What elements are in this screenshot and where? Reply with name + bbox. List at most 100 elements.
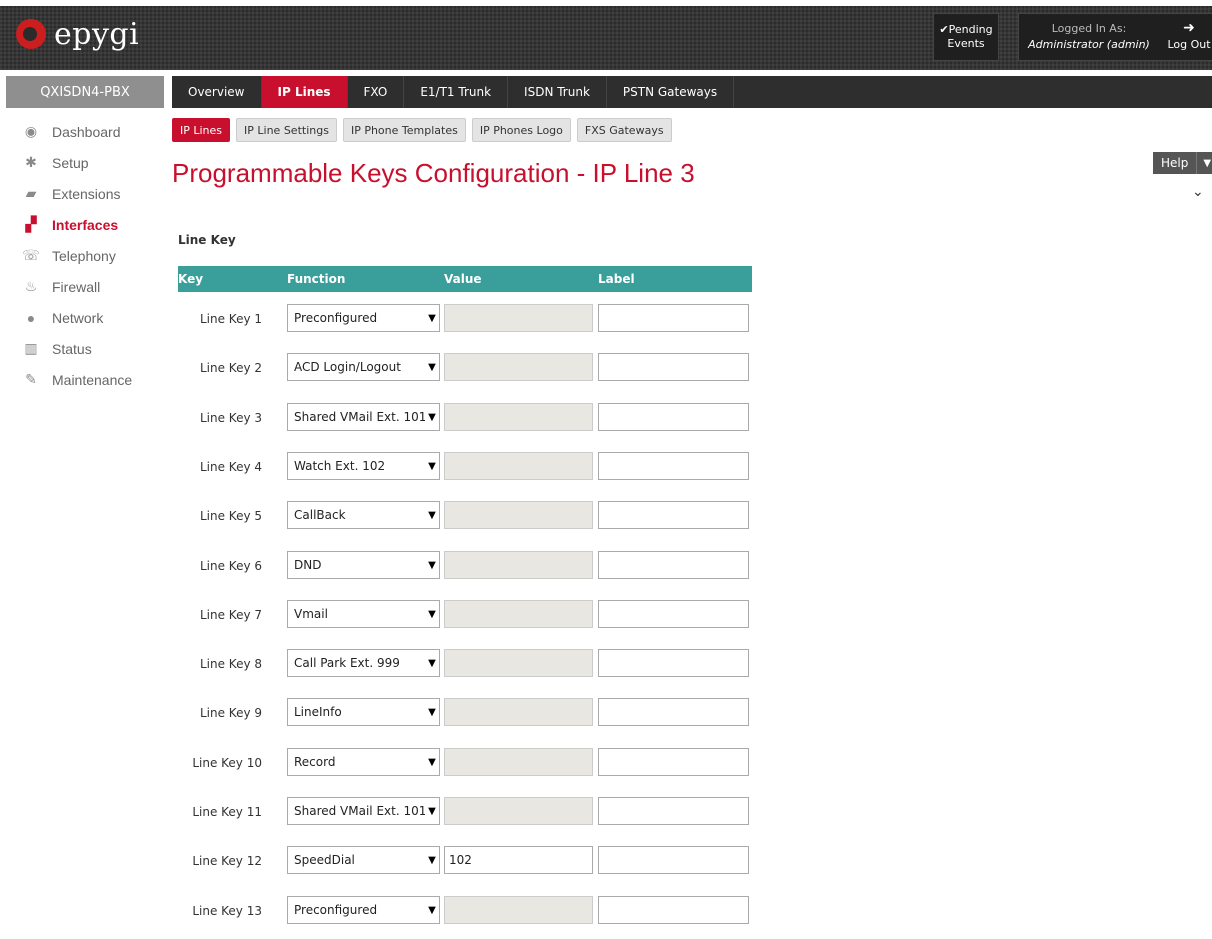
sidebar-item-label: Maintenance [52,371,133,388]
row-key-label: Line Key 3 [199,411,262,425]
row-key-label: Line Key 7 [199,608,262,622]
subtab-ip-lines[interactable]: IP Lines [172,118,231,142]
function-select[interactable]: Record ▼ [287,748,440,776]
table-row: Line Key 5 CallBack ▼ [178,501,752,531]
label-input[interactable] [598,797,749,825]
dropdown-caret-icon: ▼ [428,411,436,423]
check-icon: ✔ [939,23,949,36]
sidebar-item-interfaces[interactable]: ▞ Interfaces [0,209,164,240]
sidebar-item-label: Setup [52,154,89,171]
label-input[interactable] [598,600,749,628]
function-select[interactable]: Vmail ▼ [287,600,440,628]
function-value: Record [294,755,336,769]
subtab-ip-phone-templates[interactable]: IP Phone Templates [342,118,466,142]
tab-pstn-gateways[interactable]: PSTN Gateways [607,76,735,108]
header-function: Function [287,272,346,286]
subtab-ip-phones-logo[interactable]: IP Phones Logo [471,118,571,142]
function-select[interactable]: LineInfo ▼ [287,698,440,726]
value-input [444,649,593,677]
table-row: Line Key 8 Call Park Ext. 999 ▼ [178,649,752,679]
value-input [444,797,593,825]
logout-button[interactable]: ➜ Log Out [1165,20,1212,51]
header-key: Key [178,272,204,286]
dropdown-caret-icon: ▼ [428,657,436,669]
label-input[interactable] [598,551,749,579]
dropdown-caret-icon: ▼ [428,460,436,472]
function-value: CallBack [294,508,346,522]
function-select[interactable]: Call Park Ext. 999 ▼ [287,649,440,677]
sidebar-item-label: Dashboard [52,123,121,140]
function-select[interactable]: ACD Login/Logout ▼ [287,353,440,381]
label-input[interactable] [598,452,749,480]
label-input[interactable] [598,896,749,924]
sidebar-item-setup[interactable]: ✱ Setup [0,147,164,178]
function-select[interactable]: Preconfigured ▼ [287,896,440,924]
epygi-logo[interactable]: epygi [16,14,139,54]
function-value: Preconfigured [294,903,378,917]
sidebar-item-telephony[interactable]: ☏ Telephony [0,240,164,271]
fire-icon: ♨ [24,278,38,294]
function-value: Shared VMail Ext. 101 [294,410,425,424]
pending-events-button[interactable]: ✔Pending Events [933,13,999,61]
value-input [444,501,593,529]
main-tabs: Overview IP Lines FXO E1/T1 Trunk ISDN T… [172,76,1212,108]
label-input[interactable] [598,748,749,776]
tab-isdn-trunk[interactable]: ISDN Trunk [508,76,607,108]
header-value: Value [444,272,482,286]
help-button[interactable]: Help ▼ [1153,152,1212,174]
value-input [444,452,593,480]
subtab-fxs-gateways[interactable]: FXS Gateways [576,118,672,142]
sidebar-item-network[interactable]: ● Network [0,302,164,333]
dropdown-caret-icon: ▼ [428,312,436,324]
function-select[interactable]: Preconfigured ▼ [287,304,440,332]
gear-icon: ✱ [25,154,37,170]
sidebar-nav: ◉ Dashboard ✱ Setup ▰ Extensions ▞ Interface… [0,116,164,395]
tab-fxo[interactable]: FXO [348,76,405,108]
label-input[interactable] [598,501,749,529]
sidebar-item-firewall[interactable]: ♨ Firewall [0,271,164,302]
function-select[interactable]: CallBack ▼ [287,501,440,529]
sidebar-item-maintenance[interactable]: ✎ Maintenance [0,364,164,395]
function-select[interactable]: Shared VMail Ext. 101 ▼ [287,403,440,431]
dropdown-caret-icon: ▼ [428,361,436,373]
row-key-label: Line Key 6 [199,559,262,573]
tab-overview[interactable]: Overview [172,76,262,108]
sidebar-item-status[interactable]: ▥ Status [0,333,164,364]
table-row: Line Key 1 Preconfigured ▼ [178,304,752,334]
label-input[interactable] [598,304,749,332]
function-select[interactable]: Shared VMail Ext. 101 ▼ [287,797,440,825]
function-select[interactable]: SpeedDial ▼ [287,846,440,874]
chevron-down-icon[interactable]: ⌄ [1192,184,1204,200]
help-label: Help [1153,152,1198,174]
book-icon: ▰ [25,185,37,201]
label-input[interactable] [598,403,749,431]
label-input[interactable] [598,649,749,677]
dropdown-caret-icon: ▼ [428,805,436,817]
section-title: Line Key [178,233,236,247]
label-input[interactable] [598,846,749,874]
dashboard-icon: ◉ [24,123,38,139]
value-input[interactable]: 102 [444,846,593,874]
row-key-label: Line Key 9 [199,706,262,720]
function-value: Vmail [294,607,328,621]
dropdown-caret-icon: ▼ [428,756,436,768]
sidebar-item-extensions[interactable]: ▰ Extensions [0,178,164,209]
phone-icon: ☏ [22,247,40,263]
table-row: Line Key 10 Record ▼ [178,748,752,778]
function-select[interactable]: Watch Ext. 102 ▼ [287,452,440,480]
caret-down-icon[interactable]: ▼ [1197,158,1212,169]
sidebar-item-dashboard[interactable]: ◉ Dashboard [0,116,164,147]
page-title: Programmable Keys Configuration - IP Lin… [172,158,695,188]
function-select[interactable]: DND ▼ [287,551,440,579]
row-key-label: Line Key 8 [199,657,262,671]
tab-ip-lines[interactable]: IP Lines [261,76,348,108]
sidebar-item-label: Extensions [52,185,121,202]
header-label: Label [598,272,635,286]
subtab-ip-line-settings[interactable]: IP Line Settings [236,118,337,142]
table-row: Line Key 3 Shared VMail Ext. 101 ▼ [178,403,752,433]
dropdown-caret-icon: ▼ [428,854,436,866]
dropdown-caret-icon: ▼ [428,559,436,571]
tab-e1t1-trunk[interactable]: E1/T1 Trunk [404,76,509,108]
label-input[interactable] [598,698,749,726]
label-input[interactable] [598,353,749,381]
